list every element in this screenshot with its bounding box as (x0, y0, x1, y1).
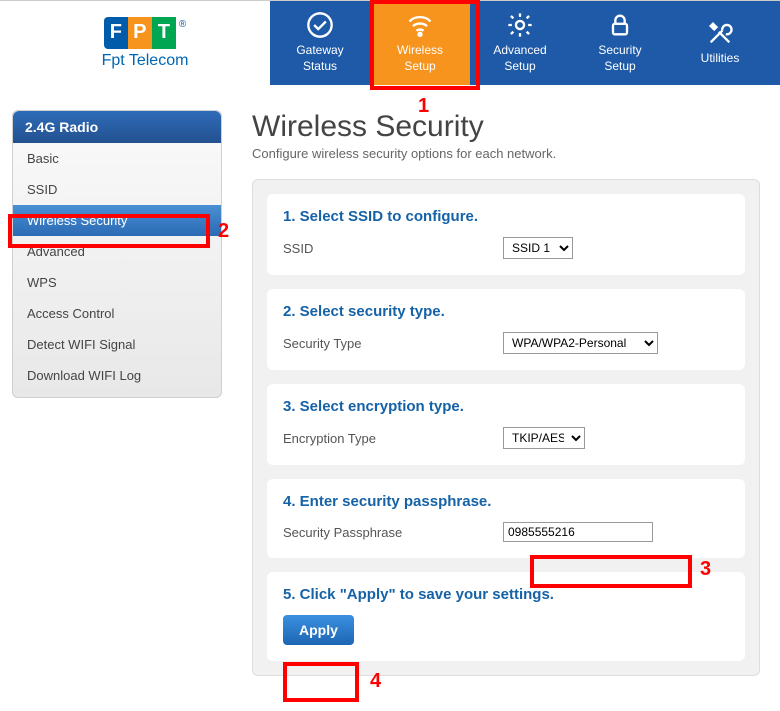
nav-label: Gateway Status (296, 43, 343, 74)
section-encryption-type: 3. Select encryption type. Encryption Ty… (267, 384, 745, 465)
sidebar-item-ssid[interactable]: SSID (13, 174, 221, 205)
passphrase-label: Security Passphrase (283, 525, 503, 540)
sidebar-item-download-wifi-log[interactable]: Download WIFI Log (13, 360, 221, 391)
brand-logo: F P T ® Fpt Telecom (0, 1, 270, 85)
sidebar-item-access-control[interactable]: Access Control (13, 298, 221, 329)
security-type-select[interactable]: WPA/WPA2-Personal (503, 332, 658, 354)
sidebar-item-label: Wireless Security (27, 213, 127, 228)
encryption-type-label: Encryption Type (283, 431, 503, 446)
fpt-logo-icon: F P T ® (104, 17, 186, 49)
sidebar-item-advanced[interactable]: Advanced (13, 236, 221, 267)
sidebar-header: 2.4G Radio (13, 111, 221, 143)
page-subtitle: Configure wireless security options for … (252, 146, 760, 161)
section-ssid: 1. Select SSID to configure. SSID SSID 1 (267, 194, 745, 275)
page-title: Wireless Security (252, 110, 760, 144)
nav-utilities[interactable]: Utilities (670, 1, 770, 85)
apply-button-label: Apply (299, 622, 338, 638)
nav-wireless-setup[interactable]: Wireless Setup (370, 1, 470, 85)
checkmark-circle-icon (306, 11, 334, 39)
ssid-label: SSID (283, 241, 503, 256)
section-title: 4. Enter security passphrase. (283, 493, 729, 510)
section-title: 5. Click "Apply" to save your settings. (283, 586, 729, 603)
sidebar-item-label: Advanced (27, 244, 85, 259)
main-content: Wireless Security Configure wireless sec… (222, 110, 780, 696)
section-title: 3. Select encryption type. (283, 398, 729, 415)
main-nav: Gateway Status Wireless Setup Advanced S… (270, 1, 780, 85)
nav-label: Security Setup (598, 43, 641, 74)
gear-icon (506, 11, 534, 39)
section-security-type: 2. Select security type. Security Type W… (267, 289, 745, 370)
sidebar-item-detect-wifi-signal[interactable]: Detect WIFI Signal (13, 329, 221, 360)
nav-gateway-status[interactable]: Gateway Status (270, 1, 370, 85)
settings-panel: 1. Select SSID to configure. SSID SSID 1… (252, 179, 760, 676)
tools-icon (706, 19, 734, 47)
sidebar-item-label: Download WIFI Log (27, 368, 141, 383)
passphrase-input[interactable] (503, 522, 653, 542)
lock-icon (606, 11, 634, 39)
brand-text: Fpt Telecom (102, 52, 189, 70)
nav-label: Utilities (701, 51, 740, 67)
sidebar-item-label: WPS (27, 275, 57, 290)
section-title: 2. Select security type. (283, 303, 729, 320)
nav-label: Wireless Setup (397, 43, 443, 74)
ssid-select[interactable]: SSID 1 (503, 237, 573, 259)
section-title: 1. Select SSID to configure. (283, 208, 729, 225)
nav-advanced-setup[interactable]: Advanced Setup (470, 1, 570, 85)
wifi-icon (406, 11, 434, 39)
encryption-type-select[interactable]: TKIP/AES (503, 427, 585, 449)
sidebar-item-basic[interactable]: Basic (13, 143, 221, 174)
sidebar-item-wps[interactable]: WPS (13, 267, 221, 298)
header: F P T ® Fpt Telecom Gateway Status Wirel… (0, 0, 780, 85)
nav-security-setup[interactable]: Security Setup (570, 1, 670, 85)
section-passphrase: 4. Enter security passphrase. Security P… (267, 479, 745, 558)
section-apply: 5. Click "Apply" to save your settings. … (267, 572, 745, 661)
security-type-label: Security Type (283, 336, 503, 351)
sidebar: 2.4G Radio Basic SSID Wireless Security … (12, 110, 222, 398)
sidebar-item-label: Basic (27, 151, 59, 166)
nav-label: Advanced Setup (493, 43, 546, 74)
sidebar-item-label: Access Control (27, 306, 114, 321)
sidebar-item-label: SSID (27, 182, 57, 197)
sidebar-item-wireless-security[interactable]: Wireless Security (13, 205, 221, 236)
apply-button[interactable]: Apply (283, 615, 354, 645)
sidebar-item-label: Detect WIFI Signal (27, 337, 135, 352)
